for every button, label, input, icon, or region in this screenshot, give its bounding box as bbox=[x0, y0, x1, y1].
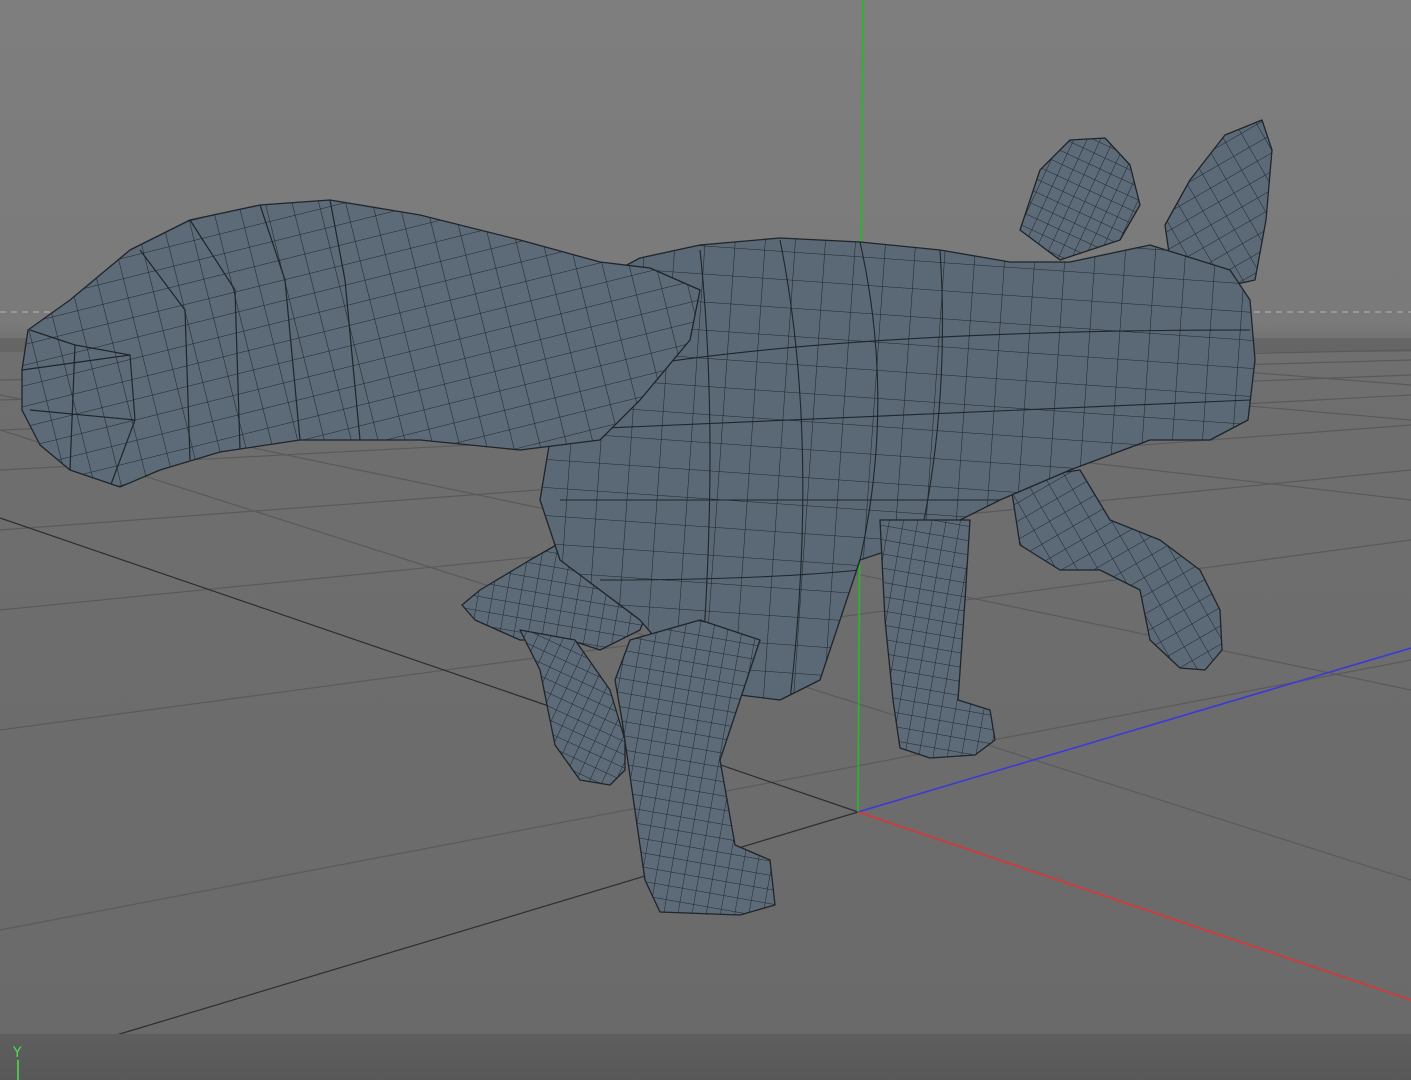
axis-gizmo-icon bbox=[17, 1060, 19, 1080]
viewport-scene[interactable] bbox=[0, 0, 1411, 1080]
viewport-bottom-strip bbox=[0, 1034, 1411, 1080]
3d-viewport[interactable]: Y bbox=[0, 0, 1411, 1080]
axis-gizmo-label: Y bbox=[13, 1045, 22, 1061]
